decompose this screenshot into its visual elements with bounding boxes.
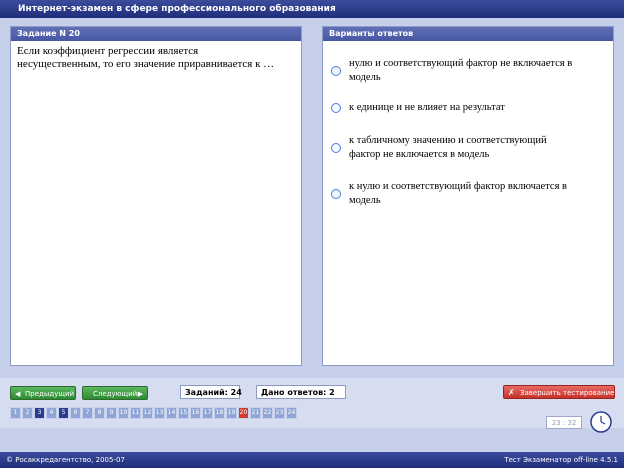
page-button-6[interactable]: 6 bbox=[70, 407, 81, 419]
clock-icon bbox=[590, 411, 612, 433]
page-button-5[interactable]: 5 bbox=[58, 407, 69, 419]
radio-button[interactable] bbox=[331, 143, 341, 153]
page-button-19[interactable]: 19 bbox=[226, 407, 237, 419]
window-title-bar: Интернет-экзамен в сфере профессионально… bbox=[0, 0, 624, 18]
answer-option-4[interactable]: к нулю и соответствующий фактор включает… bbox=[331, 180, 607, 208]
answer-line: к табличному значению и соответствующий bbox=[349, 135, 547, 146]
page-button-23[interactable]: 23 bbox=[274, 407, 285, 419]
radio-button[interactable] bbox=[331, 66, 341, 76]
timer-display: 23 : 32 bbox=[546, 416, 582, 429]
page-button-15[interactable]: 15 bbox=[178, 407, 189, 419]
page-button-16[interactable]: 16 bbox=[190, 407, 201, 419]
answer-line: нулю и соответствующий фактор не включае… bbox=[349, 58, 573, 69]
arrow-left-icon: ◀ bbox=[15, 390, 21, 398]
answer-text: к табличному значению и соответствующий … bbox=[349, 134, 607, 162]
answer-line: к нулю и соответствующий фактор включает… bbox=[349, 181, 567, 192]
page-button-13[interactable]: 13 bbox=[154, 407, 165, 419]
page-button-12[interactable]: 12 bbox=[142, 407, 153, 419]
next-button[interactable]: Следующий ▶ bbox=[82, 386, 148, 400]
page-button-21[interactable]: 21 bbox=[250, 407, 261, 419]
next-label: Следующий bbox=[93, 390, 138, 398]
page-button-4[interactable]: 4 bbox=[46, 407, 57, 419]
page-button-8[interactable]: 8 bbox=[94, 407, 105, 419]
page-button-2[interactable]: 2 bbox=[22, 407, 33, 419]
page-button-18[interactable]: 18 bbox=[214, 407, 225, 419]
window-title: Интернет-экзамен в сфере профессионально… bbox=[18, 4, 336, 14]
page-button-10[interactable]: 10 bbox=[118, 407, 129, 419]
answer-text: к единице и не влияет на результат bbox=[349, 101, 607, 115]
question-panel: Задание N 20 Если коэффициент регрессии … bbox=[10, 26, 302, 366]
answer-text: к нулю и соответствующий фактор включает… bbox=[349, 180, 607, 208]
tasks-count: Заданий: 24 bbox=[180, 385, 242, 399]
answers-given-count: Дано ответов: 2 bbox=[256, 385, 346, 399]
answer-line: фактор не включается в модель bbox=[349, 149, 490, 160]
previous-button[interactable]: ◀ Предыдущий bbox=[10, 386, 76, 400]
finish-test-button[interactable]: ✗ Завершить тестирование bbox=[503, 385, 615, 399]
finish-label: Завершить тестирование bbox=[520, 389, 615, 397]
answer-line: к единице и не влияет на результат bbox=[349, 102, 505, 113]
arrow-right-icon: ▶ bbox=[137, 390, 143, 398]
page-button-22[interactable]: 22 bbox=[262, 407, 273, 419]
page-button-1[interactable]: 1 bbox=[10, 407, 21, 419]
running-man-icon: ✗ bbox=[508, 388, 515, 397]
page-button-11[interactable]: 11 bbox=[130, 407, 141, 419]
page-button-14[interactable]: 14 bbox=[166, 407, 177, 419]
copyright-text: © Росаккредагентство, 2005-07 bbox=[6, 456, 125, 464]
previous-label: Предыдущий bbox=[25, 390, 75, 398]
page-button-7[interactable]: 7 bbox=[82, 407, 93, 419]
answers-header: Варианты ответов bbox=[323, 27, 613, 41]
question-header: Задание N 20 bbox=[11, 27, 301, 41]
status-footer: © Росаккредагентство, 2005-07 Тест Экзам… bbox=[0, 452, 624, 468]
page-button-20[interactable]: 20 bbox=[238, 407, 249, 419]
answer-line: модель bbox=[349, 72, 381, 83]
question-line: Если коэффициент регрессии является bbox=[17, 45, 199, 57]
radio-button[interactable] bbox=[331, 103, 341, 113]
page-button-17[interactable]: 17 bbox=[202, 407, 213, 419]
answer-line: модель bbox=[349, 195, 381, 206]
question-line: несущественным, то его значение приравни… bbox=[17, 58, 275, 70]
question-text: Если коэффициент регрессии является несу… bbox=[11, 41, 301, 71]
page-button-9[interactable]: 9 bbox=[106, 407, 117, 419]
answer-option-1[interactable]: нулю и соответствующий фактор не включае… bbox=[331, 57, 607, 85]
answer-text: нулю и соответствующий фактор не включае… bbox=[349, 57, 607, 85]
page-button-24[interactable]: 24 bbox=[286, 407, 297, 419]
answers-panel: Варианты ответов нулю и соответствующий … bbox=[322, 26, 614, 366]
radio-button[interactable] bbox=[331, 189, 341, 199]
answer-option-3[interactable]: к табличному значению и соответствующий … bbox=[331, 134, 607, 162]
version-text: Тест Экзаменатор off-line 4.5.1 bbox=[504, 456, 618, 464]
page-button-3[interactable]: 3 bbox=[34, 407, 45, 419]
answer-option-2[interactable]: к единице и не влияет на результат bbox=[331, 101, 607, 115]
